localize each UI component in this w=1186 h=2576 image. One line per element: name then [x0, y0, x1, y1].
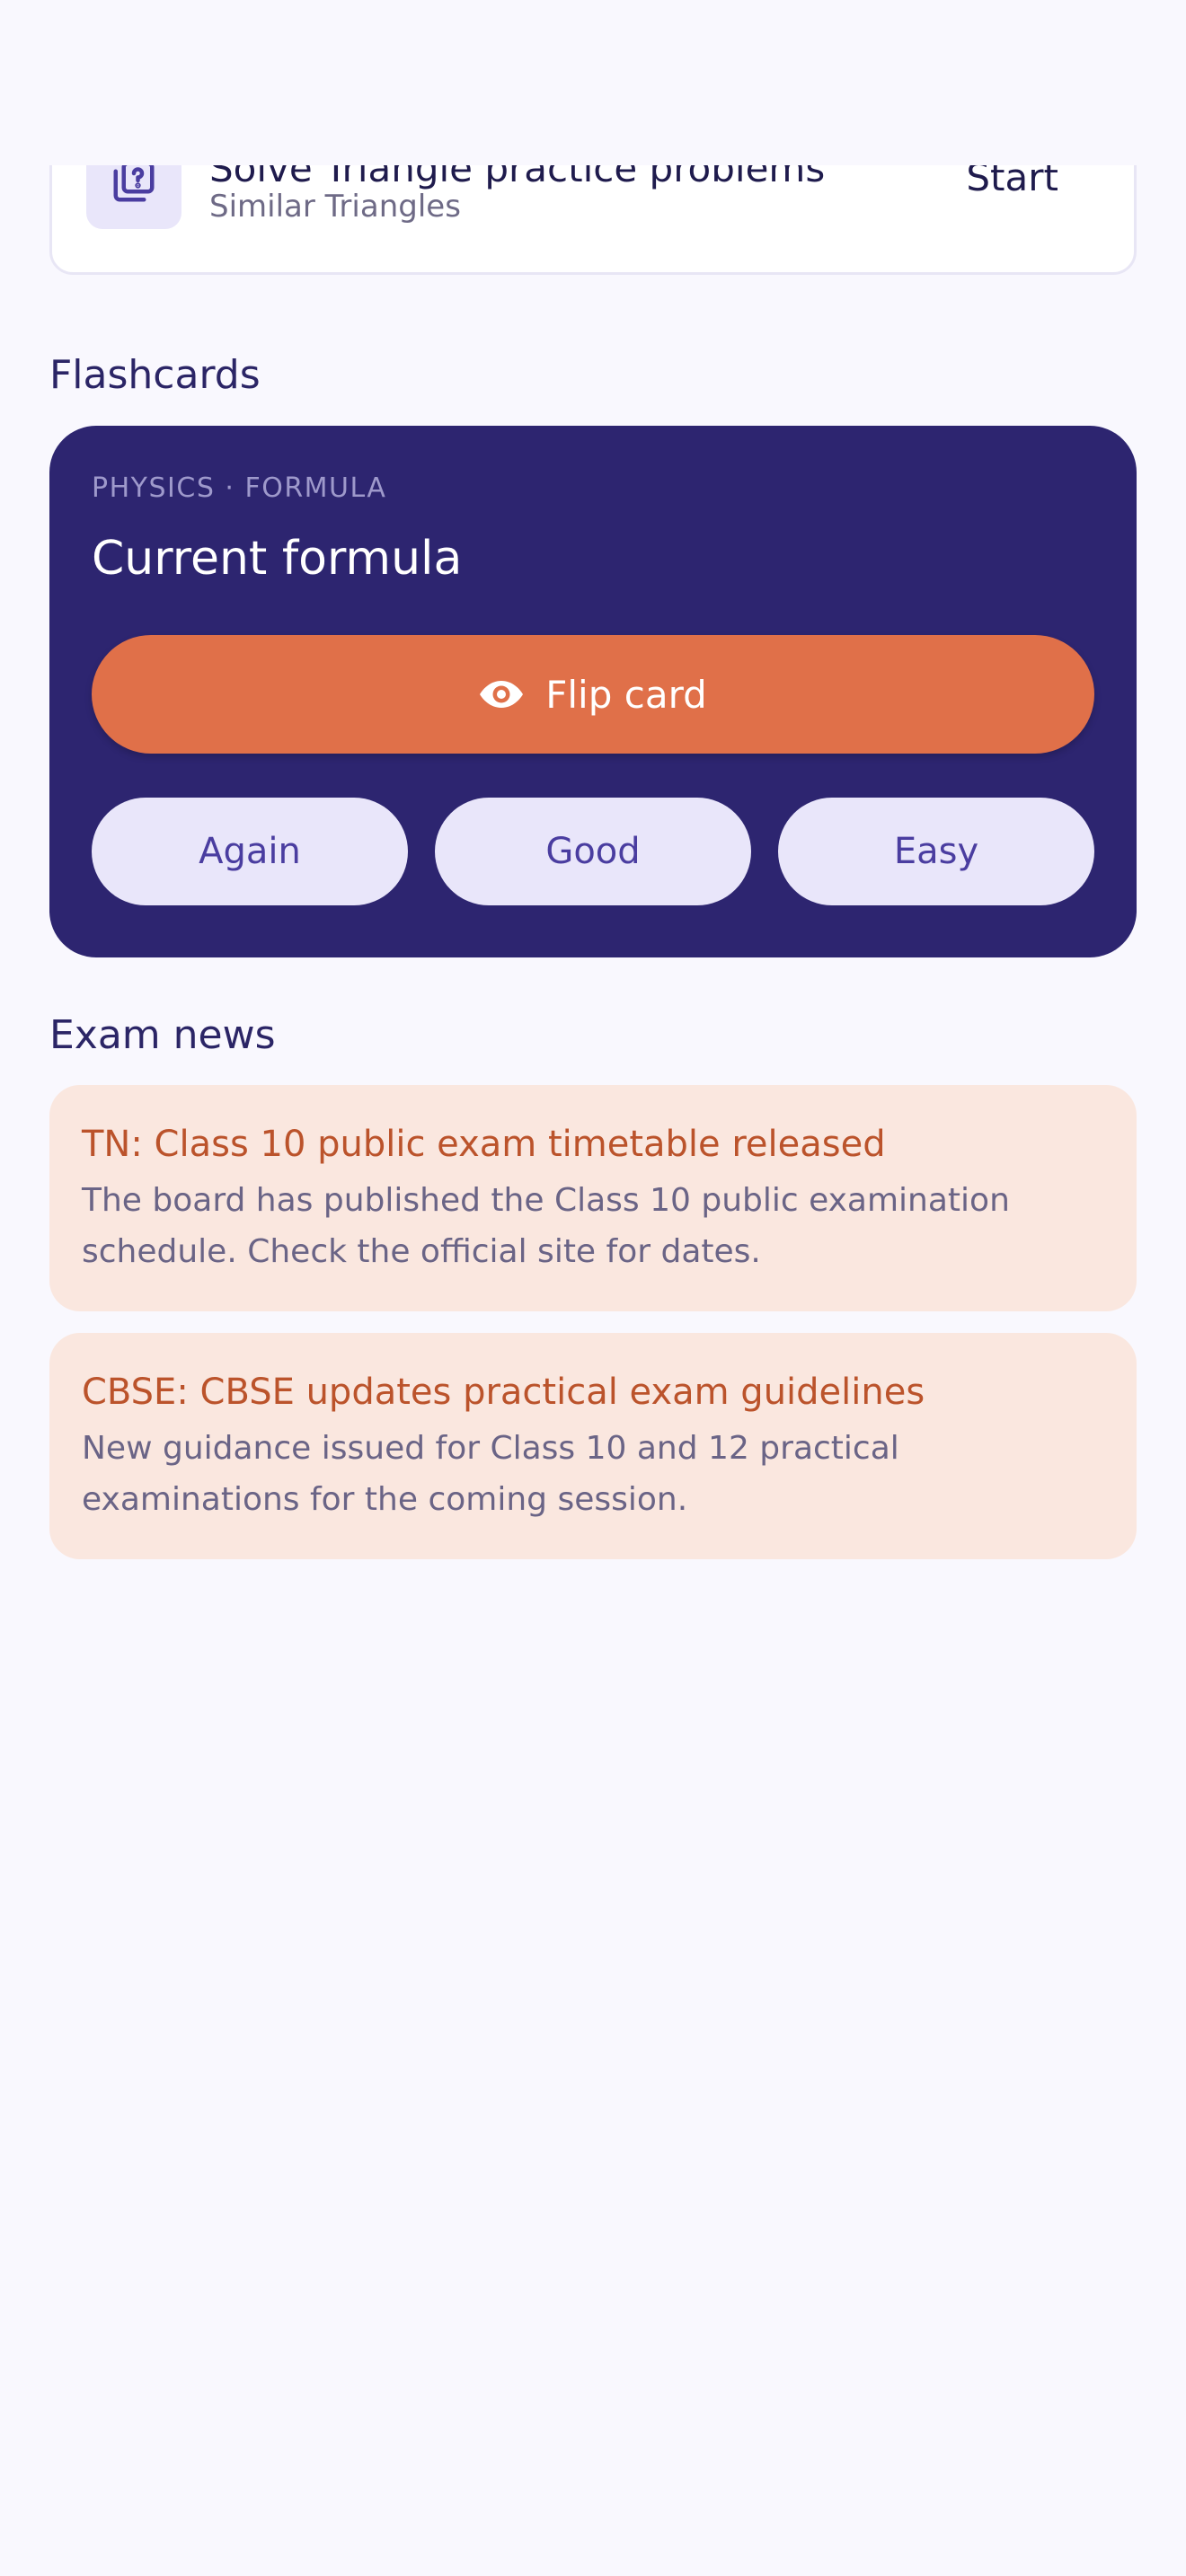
- news-title: CBSE: CBSE updates practical exam guidel…: [82, 1372, 925, 1413]
- flashcard-meta: PHYSICS · FORMULA: [92, 472, 387, 504]
- news-title: TN: Class 10 public exam timetable relea…: [82, 1124, 886, 1165]
- news-body: The board has published the Class 10 pub…: [82, 1182, 1010, 1270]
- exam-news-heading: Exam news: [49, 1012, 276, 1058]
- flashcards-heading: Flashcards: [49, 352, 261, 398]
- good-button[interactable]: Good: [435, 798, 751, 905]
- again-button[interactable]: Again: [92, 798, 408, 905]
- news-body: New guidance issued for Class 10 and 12 …: [82, 1430, 899, 1518]
- flip-card-button[interactable]: Flip card: [92, 635, 1094, 754]
- easy-button[interactable]: Easy: [778, 798, 1094, 905]
- flashcard: PHYSICS · FORMULA Current formula Flip c…: [49, 426, 1137, 957]
- flip-card-label: Flip card: [545, 672, 707, 717]
- news-card[interactable]: CBSE: CBSE updates practical exam guidel…: [49, 1333, 1137, 1559]
- status-bar-area: [0, 0, 1186, 165]
- flashcard-title: Current formula: [92, 532, 463, 586]
- eye-icon: [479, 679, 524, 710]
- task-subtitle: Similar Triangles: [209, 189, 461, 225]
- news-card[interactable]: TN: Class 10 public exam timetable relea…: [49, 1085, 1137, 1311]
